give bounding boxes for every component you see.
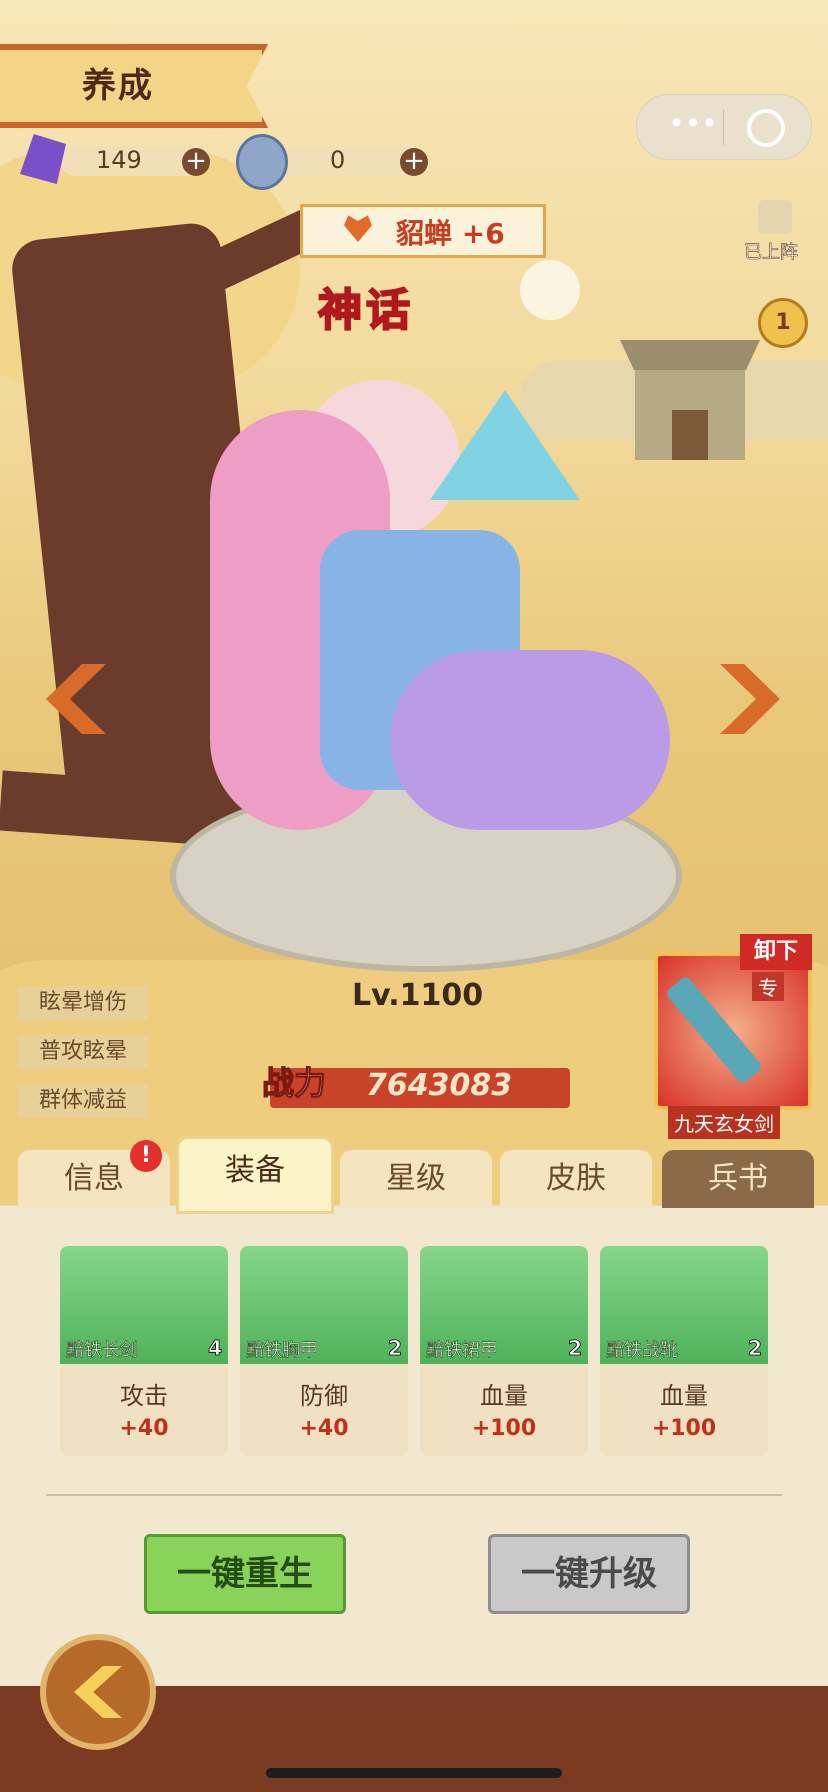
hero-level: Lv.1100 [352, 978, 484, 1013]
unequip-button[interactable]: 卸下 [740, 934, 812, 970]
miniprogram-capsule: ••• [636, 94, 812, 160]
tab-war-book[interactable]: 兵书 [662, 1150, 814, 1208]
hero-character [170, 330, 690, 850]
home-indicator [266, 1768, 562, 1778]
equipment-card[interactable]: 黯铁胸甲 2 防御 +40 [240, 1246, 408, 1456]
exclusive-mark: 专 [752, 972, 784, 1001]
crystal-count: 149 [96, 146, 142, 174]
one-key-rebirth-button[interactable]: 一键重生 [144, 1534, 346, 1614]
notification-badge: ! [130, 1140, 162, 1172]
close-icon[interactable] [747, 109, 785, 147]
equipment-card[interactable]: 黯铁裙甲 2 血量 +100 [420, 1246, 588, 1456]
one-key-upgrade-button[interactable]: 一键升级 [488, 1534, 690, 1614]
add-token-button[interactable]: + [400, 148, 428, 176]
deployed-label: 已上阵 [744, 242, 799, 264]
rank-medal-icon: 1 [758, 298, 808, 348]
silver-token-icon [236, 134, 288, 190]
skill-tag: 普攻眩晕 [18, 1035, 148, 1069]
hp-stat: 血量 [480, 1382, 528, 1410]
page-title: 养成 [82, 66, 154, 106]
weapon-name: 九天玄女剑 [668, 1106, 780, 1139]
defense-stat: 防御 [300, 1382, 348, 1410]
skill-tag: 群体减益 [18, 1084, 148, 1118]
hero-name: 貂蝉 +6 [396, 217, 505, 250]
deployed-icon [758, 200, 792, 234]
power-value: 7643083 [366, 1068, 513, 1103]
equipment-card[interactable]: 黯铁长剑 4 攻击 +40 [60, 1246, 228, 1456]
power-label: 战力 [261, 1063, 327, 1102]
token-count: 0 [330, 146, 346, 174]
hp-stat: 血量 [660, 1382, 708, 1410]
back-arrow-icon [74, 1666, 122, 1718]
back-button[interactable] [40, 1634, 156, 1750]
equipment-card[interactable]: 黯铁战靴 2 血量 +100 [600, 1246, 768, 1456]
tab-skins[interactable]: 皮肤 [500, 1150, 652, 1208]
tab-stars[interactable]: 星级 [340, 1150, 492, 1208]
divider [46, 1494, 782, 1496]
skill-tag: 眩晕增伤 [18, 986, 148, 1020]
attack-stat: 攻击 [120, 1382, 168, 1410]
more-icon[interactable]: ••• [663, 110, 723, 143]
tab-equipment[interactable]: 装备 [176, 1136, 334, 1214]
rarity-badge: 神话 [317, 284, 414, 337]
add-crystal-button[interactable]: + [182, 148, 210, 176]
moon [520, 260, 580, 320]
